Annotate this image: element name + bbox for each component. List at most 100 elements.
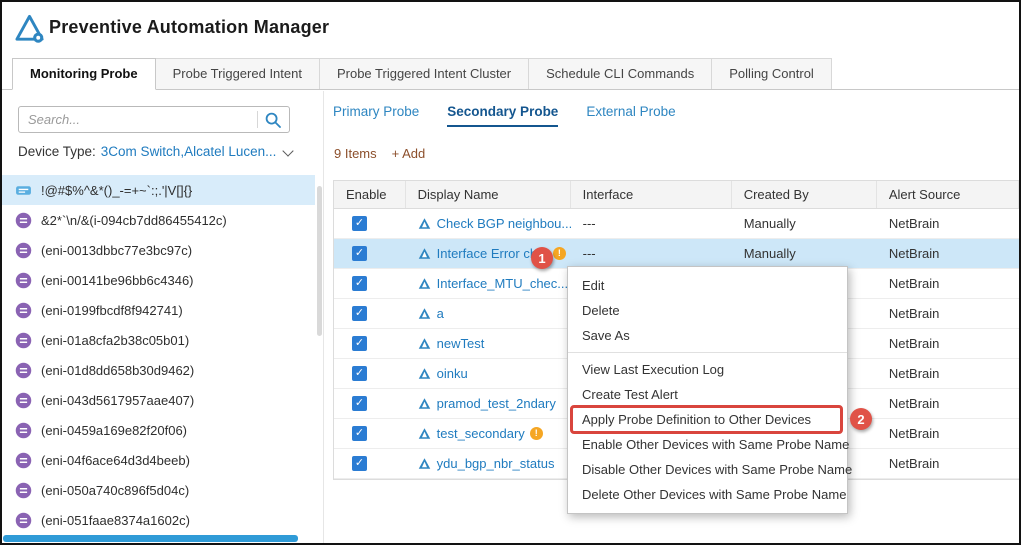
checkbox-checked[interactable]: ✓ (352, 216, 367, 231)
display-name-cell: Interface_MTU_chec... (406, 276, 571, 291)
checkbox-checked[interactable]: ✓ (352, 306, 367, 321)
sidebar-horizontal-scrollbar[interactable] (3, 535, 298, 542)
probe-name-link[interactable]: Check BGP neighbou... (437, 216, 571, 231)
add-button[interactable]: + Add (392, 146, 426, 161)
tab-polling-control[interactable]: Polling Control (711, 58, 832, 89)
eni-icon (15, 452, 32, 469)
eni-icon (15, 272, 32, 289)
menu-item-view-last-execution-log[interactable]: View Last Execution Log (568, 357, 847, 382)
device-item[interactable]: &2*`\n/&(i-094cb7dd86455412c) (2, 205, 315, 235)
alert-source-cell: NetBrain (877, 336, 1019, 351)
alert-source-cell: NetBrain (877, 306, 1019, 321)
menu-item-delete-other-devices-with-same-probe-name[interactable]: Delete Other Devices with Same Probe Nam… (568, 482, 847, 507)
column-header-created-by[interactable]: Created By (732, 181, 877, 208)
table-row[interactable]: ✓Interface Error ch...!---ManuallyNetBra… (334, 239, 1019, 269)
menu-item-create-test-alert[interactable]: Create Test Alert (568, 382, 847, 407)
probe-icon (418, 457, 431, 470)
probe-name-link[interactable]: newTest (437, 336, 485, 351)
subtab-secondary-probe[interactable]: Secondary Probe (447, 104, 558, 127)
device-name: (eni-01a8cfa2b38c05b01) (41, 333, 189, 348)
device-type-value[interactable]: 3Com Switch,Alcatel Lucen... (101, 144, 277, 159)
checkbox-checked[interactable]: ✓ (352, 276, 367, 291)
device-item[interactable]: (eni-04f6ace64d3d4beeb) (2, 445, 315, 475)
device-name: &2*`\n/&(i-094cb7dd86455412c) (41, 213, 227, 228)
probe-name-link[interactable]: ydu_bgp_nbr_status (437, 456, 555, 471)
items-row: 9 Items+ Add (334, 146, 425, 161)
menu-item-edit[interactable]: Edit (568, 273, 847, 298)
table-row[interactable]: ✓Check BGP neighbou...---ManuallyNetBrai… (334, 209, 1019, 239)
device-type-label: Device Type: (18, 144, 96, 159)
device-item[interactable]: (eni-043d5617957aae407) (2, 385, 315, 415)
created-by-cell: Manually (732, 216, 877, 231)
device-name: (eni-04f6ace64d3d4beeb) (41, 453, 190, 468)
probe-name-link[interactable]: oinku (437, 366, 468, 381)
menu-item-delete[interactable]: Delete (568, 298, 847, 323)
checkbox-checked[interactable]: ✓ (352, 336, 367, 351)
warning-icon: ! (553, 247, 566, 260)
enable-cell: ✓ (334, 336, 406, 351)
search-input[interactable] (28, 108, 250, 131)
subtab-external-probe[interactable]: External Probe (586, 104, 675, 127)
device-item[interactable]: (eni-0199fbcdf8f942741) (2, 295, 315, 325)
interface-cell: --- (571, 216, 732, 231)
probe-subtabs: Primary Probe Secondary Probe External Pro… (333, 104, 676, 127)
probe-icon (418, 217, 431, 230)
menu-separator (568, 352, 847, 353)
menu-item-save-as[interactable]: Save As (568, 323, 847, 348)
column-header-alert-source[interactable]: Alert Source (877, 181, 1019, 208)
column-header-enable[interactable]: Enable (334, 181, 406, 208)
chevron-down-icon[interactable] (282, 145, 293, 156)
device-item[interactable]: (eni-051faae8374a1602c) (2, 505, 315, 531)
callout-1: 1 (531, 247, 553, 269)
display-name-cell: pramod_test_2ndary (406, 396, 571, 411)
column-header-display-name[interactable]: Display Name (406, 181, 571, 208)
device-list-scrollbar[interactable] (317, 186, 322, 336)
eni-icon (15, 512, 32, 529)
device-name: (eni-0013dbbc77e3bc97c) (41, 243, 192, 258)
search-box[interactable] (18, 106, 290, 133)
probe-name-link[interactable]: pramod_test_2ndary (437, 396, 556, 411)
probe-icon (418, 247, 431, 260)
probe-name-link[interactable]: a (437, 306, 444, 321)
device-item[interactable]: (eni-01a8cfa2b38c05b01) (2, 325, 315, 355)
probe-name-link[interactable]: test_secondary (437, 426, 525, 441)
device-item[interactable]: (eni-0013dbbc77e3bc97c) (2, 235, 315, 265)
menu-item-disable-other-devices-with-same-probe-name[interactable]: Disable Other Devices with Same Probe Na… (568, 457, 847, 482)
tab-probe-triggered-intent[interactable]: Probe Triggered Intent (155, 58, 320, 89)
device-item[interactable]: (eni-00141be96bb6c4346) (2, 265, 315, 295)
search-divider (257, 111, 258, 128)
checkbox-checked[interactable]: ✓ (352, 246, 367, 261)
enable-cell: ✓ (334, 396, 406, 411)
checkbox-checked[interactable]: ✓ (352, 456, 367, 471)
probe-icon (418, 277, 431, 290)
menu-item-apply-probe-definition-to-other-devices[interactable]: Apply Probe Definition to Other Devices (568, 407, 847, 432)
checkbox-checked[interactable]: ✓ (352, 366, 367, 381)
eni-icon (15, 482, 32, 499)
checkbox-checked[interactable]: ✓ (352, 396, 367, 411)
device-item[interactable]: !@#$%^&*()_-=+~`:;.'|V[]{} (2, 175, 315, 205)
tab-monitoring-probe[interactable]: Monitoring Probe (12, 58, 156, 90)
device-item[interactable]: (eni-0459a169e82f20f06) (2, 415, 315, 445)
checkbox-checked[interactable]: ✓ (352, 426, 367, 441)
tab-probe-triggered-intent-cluster[interactable]: Probe Triggered Intent Cluster (319, 58, 529, 89)
switch-icon (15, 182, 32, 199)
device-list: !@#$%^&*()_-=+~`:;.'|V[]{} &2*`\n/&(i-094… (2, 175, 315, 531)
probe-name-link[interactable]: Interface_MTU_chec... (437, 276, 569, 291)
device-item[interactable]: (eni-01d8dd658b30d9462) (2, 355, 315, 385)
display-name-cell: ydu_bgp_nbr_status (406, 456, 571, 471)
column-header-interface[interactable]: Interface (571, 181, 732, 208)
enable-cell: ✓ (334, 426, 406, 441)
subtab-primary-probe[interactable]: Primary Probe (333, 104, 419, 127)
device-item[interactable]: (eni-050a740c896f5d04c) (2, 475, 315, 505)
device-type-row[interactable]: Device Type: 3Com Switch,Alcatel Lucen... (18, 144, 298, 164)
app-header: Preventive Automation Manager (2, 2, 1019, 58)
device-name: (eni-043d5617957aae407) (41, 393, 194, 408)
eni-icon (15, 362, 32, 379)
enable-cell: ✓ (334, 216, 406, 231)
tab-schedule-cli-commands[interactable]: Schedule CLI Commands (528, 58, 712, 89)
warning-icon: ! (530, 427, 543, 440)
search-icon[interactable] (264, 111, 282, 129)
tab-bar: Monitoring ProbeProbe Triggered IntentPr… (2, 58, 1019, 90)
menu-item-enable-other-devices-with-same-probe-name[interactable]: Enable Other Devices with Same Probe Nam… (568, 432, 847, 457)
alert-source-cell: NetBrain (877, 276, 1019, 291)
